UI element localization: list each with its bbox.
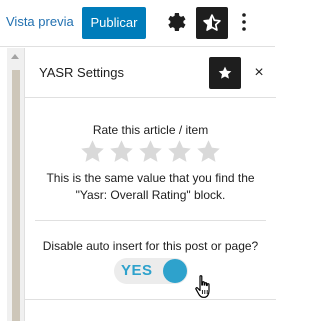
- yasr-settings-sidebar: YASR Settings × Rate this article / item…: [24, 48, 276, 321]
- scroll-up-arrow-icon[interactable]: [11, 54, 19, 59]
- scrollbar[interactable]: [7, 48, 24, 321]
- toggle-state-label: YES: [121, 262, 153, 279]
- rating-note: This is the same value that you find the…: [46, 171, 255, 202]
- gear-icon: [168, 13, 186, 31]
- panel-header: YASR Settings ×: [25, 48, 276, 98]
- more-options-button[interactable]: [236, 10, 252, 34]
- rating-star-icon[interactable]: [79, 138, 106, 165]
- close-panel-button[interactable]: ×: [249, 62, 269, 84]
- publish-button[interactable]: Publicar: [82, 7, 146, 39]
- panel-star-button[interactable]: [209, 57, 241, 89]
- editor-canvas-edge: [0, 48, 7, 321]
- rating-star-icon[interactable]: [137, 138, 164, 165]
- rating-star-icon[interactable]: [108, 138, 135, 165]
- rating-star-icon[interactable]: [166, 138, 193, 165]
- hand-pointer-cursor-icon: [195, 275, 210, 298]
- auto-insert-toggle[interactable]: YES: [114, 258, 188, 284]
- star-rating[interactable]: [79, 138, 222, 166]
- star-icon: [218, 66, 232, 79]
- settings-button[interactable]: [164, 10, 188, 34]
- preview-link[interactable]: Vista previa: [6, 13, 74, 31]
- divider: [35, 220, 266, 221]
- vertical-dots-icon: [242, 13, 246, 31]
- rating-star-icon[interactable]: [195, 138, 222, 165]
- editor-toolbar: Vista previa Publicar: [0, 0, 275, 47]
- divider: [25, 299, 276, 300]
- scrollbar-thumb[interactable]: [12, 70, 20, 321]
- yasr-plugin-button[interactable]: [196, 7, 228, 39]
- toggle-knob[interactable]: [163, 259, 187, 283]
- star-half-icon: [203, 14, 221, 31]
- auto-insert-label: Disable auto insert for this post or pag…: [42, 239, 259, 253]
- rate-label: Rate this article / item: [92, 123, 209, 137]
- panel-title: YASR Settings: [39, 65, 125, 80]
